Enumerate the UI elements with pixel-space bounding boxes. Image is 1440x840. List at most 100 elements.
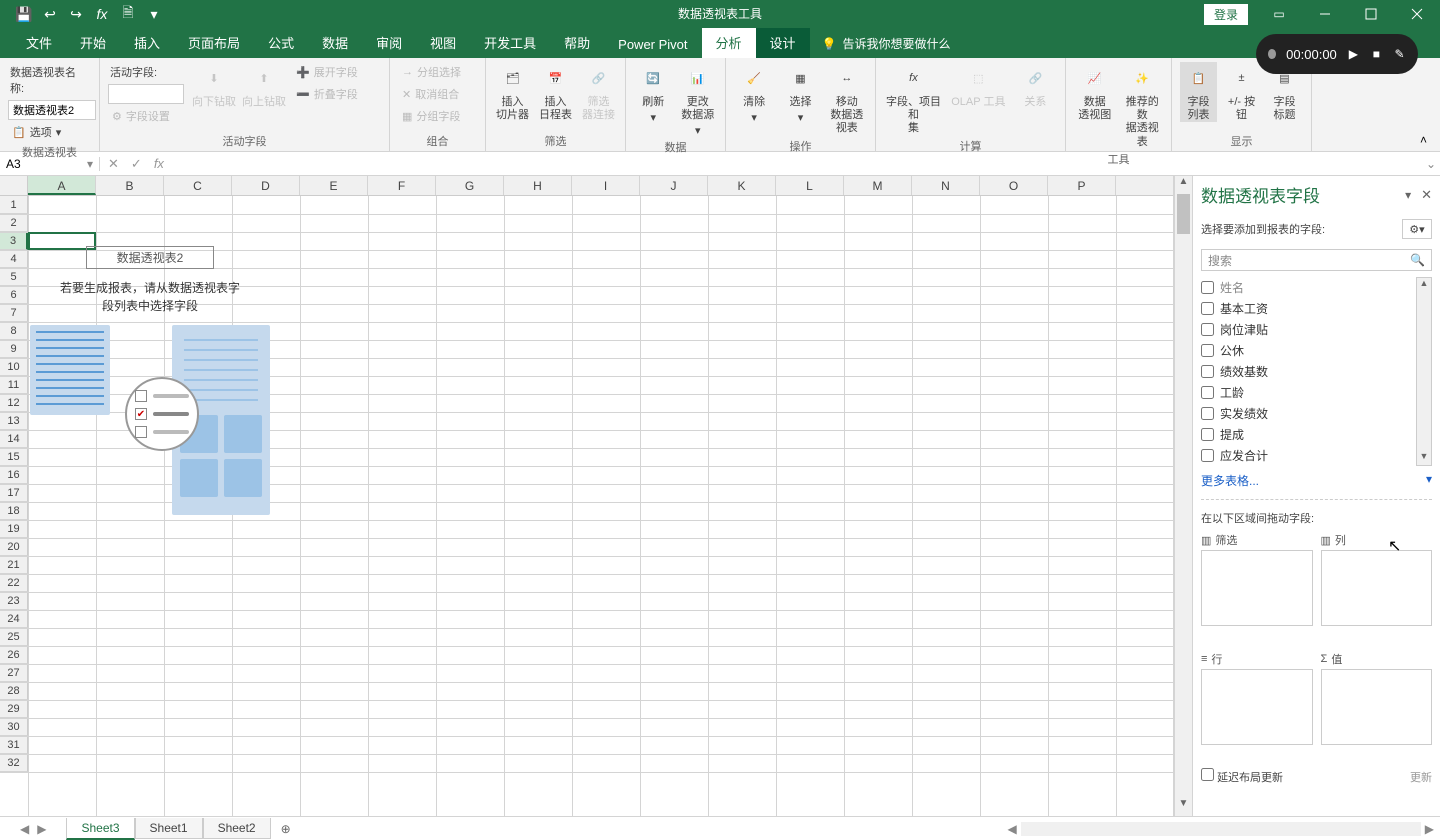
screen-recorder-overlay[interactable]: 00:00:00 ▶ ■ ✎ bbox=[1256, 34, 1418, 74]
column-header[interactable]: M bbox=[844, 176, 912, 195]
pivot-field-item[interactable]: 工龄 bbox=[1201, 382, 1412, 403]
more-tables-link[interactable]: 更多表格...▾ bbox=[1201, 472, 1432, 489]
record-play-icon[interactable]: ▶ bbox=[1347, 46, 1360, 62]
record-stop-icon[interactable]: ■ bbox=[1370, 46, 1383, 62]
maximize-icon[interactable] bbox=[1348, 0, 1394, 28]
field-checkbox[interactable] bbox=[1201, 449, 1214, 462]
field-list-button[interactable]: 📋字段 列表 bbox=[1180, 62, 1217, 122]
area-columns-dropzone[interactable] bbox=[1321, 550, 1433, 626]
sheet-nav-prev-icon[interactable]: ◀ bbox=[20, 822, 29, 836]
pivot-field-item[interactable]: 应发合计 bbox=[1201, 445, 1412, 466]
field-scroll-up-icon[interactable]: ▲ bbox=[1417, 278, 1431, 292]
fx-icon[interactable]: fx bbox=[90, 2, 114, 26]
column-header[interactable]: K bbox=[708, 176, 776, 195]
record-edit-icon[interactable]: ✎ bbox=[1393, 46, 1406, 62]
pivot-field-item[interactable]: 绩效基数 bbox=[1201, 361, 1412, 382]
sheet-tab[interactable]: Sheet3 bbox=[66, 818, 134, 840]
select-all-corner[interactable] bbox=[0, 176, 28, 195]
field-checkbox[interactable] bbox=[1201, 302, 1214, 315]
insert-timeline-button[interactable]: 📅插入 日程表 bbox=[537, 62, 574, 122]
tab-review[interactable]: 审阅 bbox=[362, 27, 416, 58]
scroll-up-icon[interactable]: ▲ bbox=[1175, 176, 1192, 194]
active-field-input[interactable] bbox=[108, 84, 184, 104]
tab-data[interactable]: 数据 bbox=[308, 27, 362, 58]
tell-me-search[interactable]: 💡 告诉我你想要做什么 bbox=[810, 29, 963, 58]
pivot-field-item[interactable]: 基本工资 bbox=[1201, 298, 1412, 319]
redo-icon[interactable]: ↪ bbox=[64, 2, 88, 26]
minimize-icon[interactable] bbox=[1302, 0, 1348, 28]
change-source-button[interactable]: 📊更改 数据源▾ bbox=[679, 62, 718, 137]
login-button[interactable]: 登录 bbox=[1204, 4, 1248, 25]
spreadsheet-grid[interactable]: ABCDEFGHIJKLMNOP 12345678910111213141516… bbox=[0, 176, 1174, 816]
column-header[interactable]: B bbox=[96, 176, 164, 195]
update-button[interactable]: 更新 bbox=[1410, 769, 1432, 785]
pivot-field-item[interactable]: 提成 bbox=[1201, 424, 1412, 445]
tab-home[interactable]: 开始 bbox=[66, 27, 120, 58]
column-header[interactable]: E bbox=[300, 176, 368, 195]
horizontal-scrollbar[interactable]: ◀ ▶ bbox=[1008, 822, 1440, 836]
column-header[interactable]: G bbox=[436, 176, 504, 195]
tab-file[interactable]: 文件 bbox=[12, 27, 66, 58]
area-values-dropzone[interactable] bbox=[1321, 669, 1433, 745]
pivot-field-item[interactable]: 公休 bbox=[1201, 340, 1412, 361]
field-pane-dropdown-icon[interactable]: ▾ bbox=[1405, 188, 1411, 202]
scroll-down-icon[interactable]: ▼ bbox=[1175, 798, 1192, 816]
field-checkbox[interactable] bbox=[1201, 281, 1214, 294]
field-checkbox[interactable] bbox=[1201, 386, 1214, 399]
formula-cancel-icon[interactable]: ✕ bbox=[108, 156, 119, 172]
field-scroll-down-icon[interactable]: ▼ bbox=[1417, 451, 1431, 465]
field-checkbox[interactable] bbox=[1201, 365, 1214, 378]
qat-more-icon[interactable]: ▾ bbox=[142, 2, 166, 26]
formula-expand-icon[interactable]: ⌄ bbox=[1422, 157, 1440, 171]
hscroll-right-icon[interactable]: ▶ bbox=[1425, 822, 1434, 836]
tab-design[interactable]: 设计 bbox=[756, 27, 810, 58]
recommended-pivot-button[interactable]: ✨推荐的数 据透视表 bbox=[1122, 62, 1164, 149]
tab-developer[interactable]: 开发工具 bbox=[470, 27, 550, 58]
move-pivot-button[interactable]: ↔移动 数据透视表 bbox=[827, 62, 867, 136]
scroll-thumb[interactable] bbox=[1177, 194, 1190, 234]
field-list-scrollbar[interactable]: ▲ ▼ bbox=[1416, 277, 1432, 466]
tab-insert[interactable]: 插入 bbox=[120, 27, 174, 58]
column-header[interactable]: H bbox=[504, 176, 572, 195]
save-icon[interactable]: 💾 bbox=[12, 2, 36, 26]
column-header[interactable]: A bbox=[28, 176, 96, 195]
formula-fx-icon[interactable]: fx bbox=[154, 156, 164, 172]
preview-icon[interactable]: 🗎 bbox=[116, 2, 140, 26]
column-header[interactable]: P bbox=[1048, 176, 1116, 195]
pivot-field-item[interactable]: 岗位津贴 bbox=[1201, 319, 1412, 340]
field-checkbox[interactable] bbox=[1201, 428, 1214, 441]
field-checkbox[interactable] bbox=[1201, 344, 1214, 357]
field-pane-gear-icon[interactable]: ⚙▾ bbox=[1402, 219, 1432, 239]
pivot-name-input[interactable] bbox=[8, 100, 96, 120]
pivot-field-item[interactable]: 姓名 bbox=[1201, 277, 1412, 298]
tab-formulas[interactable]: 公式 bbox=[254, 27, 308, 58]
refresh-button[interactable]: 🔄刷新▾ bbox=[634, 62, 673, 124]
collapse-ribbon-icon[interactable]: ˄ bbox=[1420, 133, 1434, 147]
column-header[interactable]: I bbox=[572, 176, 640, 195]
field-search-input[interactable]: 搜索 🔍 bbox=[1201, 249, 1432, 271]
tab-view[interactable]: 视图 bbox=[416, 27, 470, 58]
calc-fields-button[interactable]: fx字段、项目和 集 bbox=[884, 62, 943, 136]
tab-analyze[interactable]: 分析 bbox=[702, 27, 756, 58]
area-rows-dropzone[interactable] bbox=[1201, 669, 1313, 745]
column-header[interactable]: F bbox=[368, 176, 436, 195]
column-header[interactable]: L bbox=[776, 176, 844, 195]
tab-help[interactable]: 帮助 bbox=[550, 27, 604, 58]
field-checkbox[interactable] bbox=[1201, 407, 1214, 420]
area-filter-dropzone[interactable] bbox=[1201, 550, 1313, 626]
close-icon[interactable] bbox=[1394, 0, 1440, 28]
select-button[interactable]: ▦选择▾ bbox=[780, 62, 820, 124]
ribbon-display-icon[interactable]: ▭ bbox=[1256, 0, 1302, 28]
clear-button[interactable]: 🧹清除▾ bbox=[734, 62, 774, 124]
field-checkbox[interactable] bbox=[1201, 323, 1214, 336]
column-header[interactable]: C bbox=[164, 176, 232, 195]
column-header[interactable]: O bbox=[980, 176, 1048, 195]
formula-confirm-icon[interactable]: ✓ bbox=[131, 156, 142, 172]
plus-minus-button[interactable]: ±+/- 按钮 bbox=[1223, 62, 1260, 122]
vertical-scrollbar[interactable]: ▲ ▼ bbox=[1174, 176, 1192, 816]
insert-slicer-button[interactable]: 🗂插入 切片器 bbox=[494, 62, 531, 122]
pivotchart-button[interactable]: 📈数据 透视图 bbox=[1074, 62, 1116, 122]
defer-layout-checkbox[interactable]: 延迟布局更新 bbox=[1201, 768, 1283, 785]
sheet-nav-next-icon[interactable]: ▶ bbox=[37, 822, 46, 836]
field-pane-close-icon[interactable]: ✕ bbox=[1421, 187, 1432, 203]
